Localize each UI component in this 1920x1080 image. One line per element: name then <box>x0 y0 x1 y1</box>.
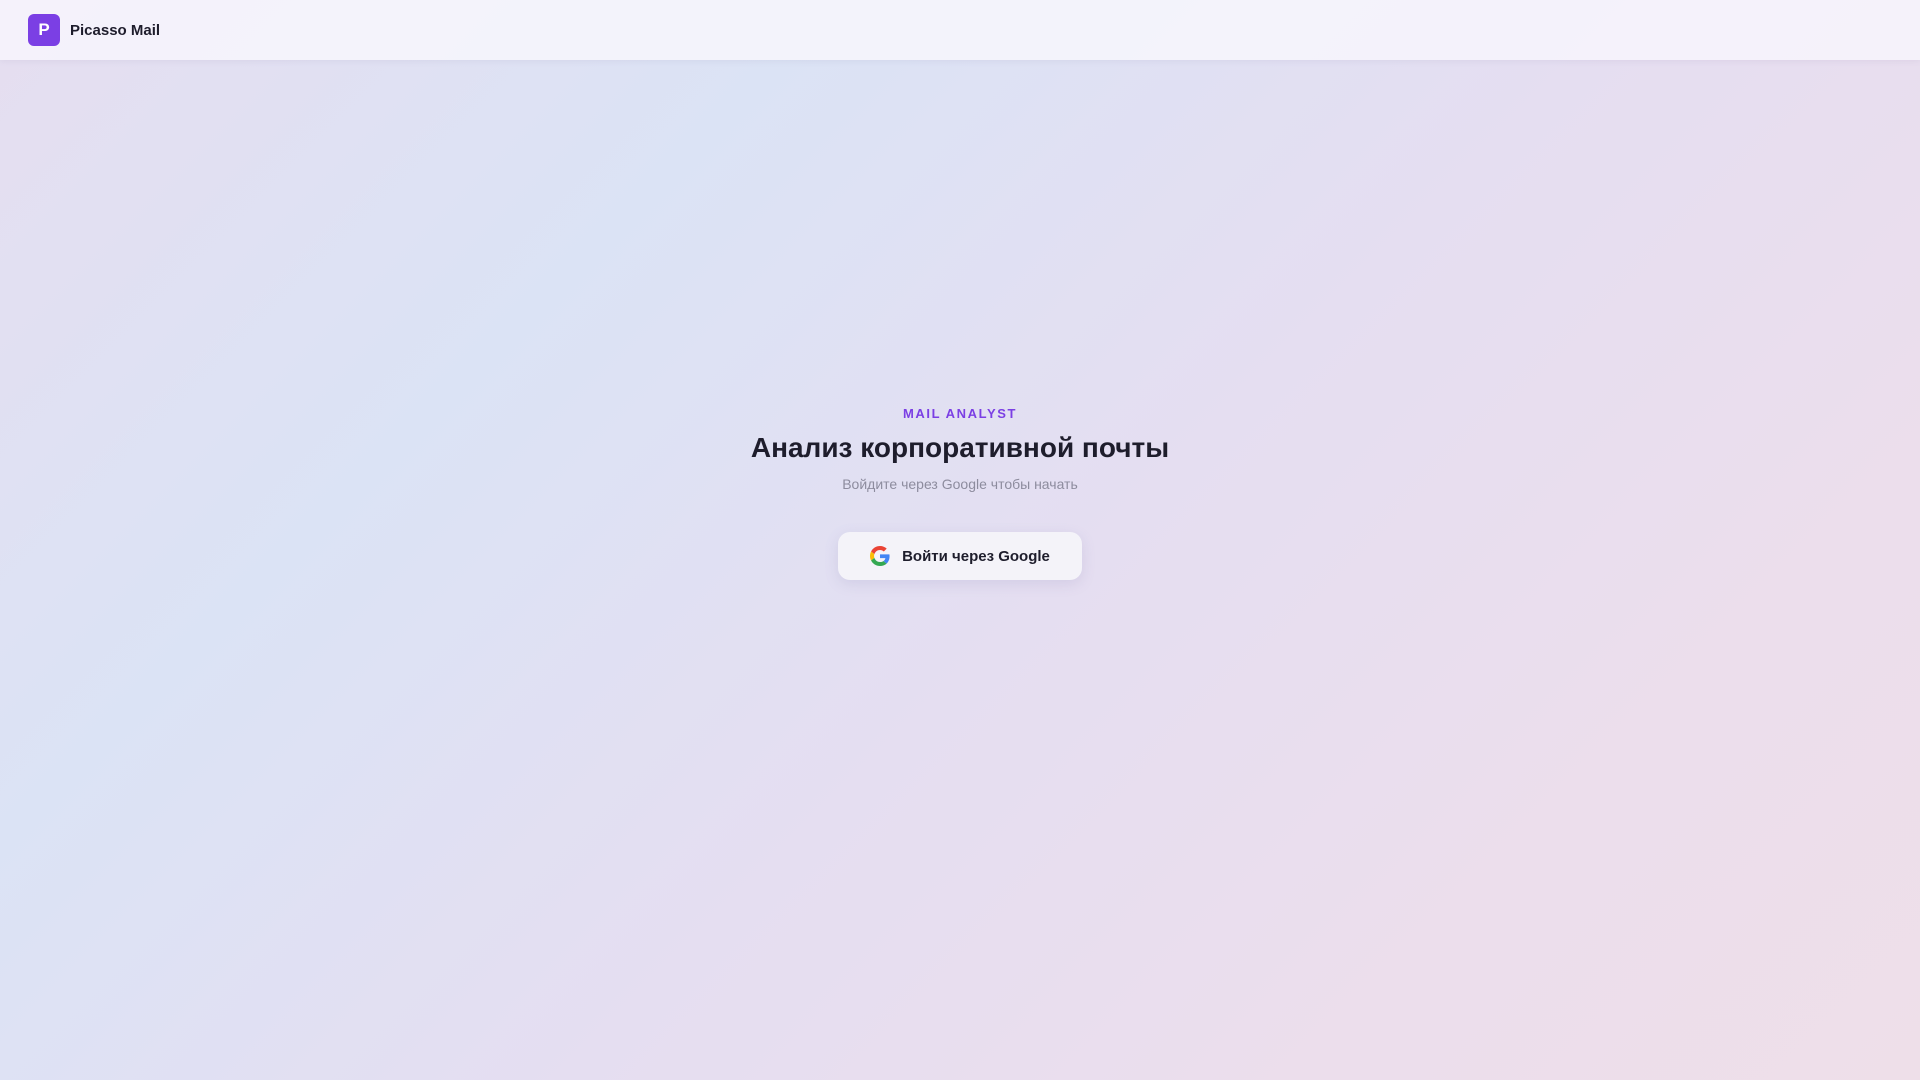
page-subtitle: Войдите через Google чтобы начать <box>842 476 1078 492</box>
google-signin-button[interactable]: Войти через Google <box>838 532 1082 580</box>
app-logo[interactable]: P <box>28 14 60 46</box>
app-name[interactable]: Picasso Mail <box>70 22 160 39</box>
page-title: Анализ корпоративной почты <box>750 432 1170 463</box>
app-logo-letter: P <box>38 20 50 39</box>
google-signin-label: Войти через Google <box>902 547 1050 565</box>
google-logo-icon <box>870 546 890 566</box>
product-eyebrow: MAIL ANALYST <box>902 406 1018 421</box>
top-bar: P Picasso Mail <box>0 0 1920 60</box>
login-hero: MAIL ANALYST Анализ корпоративной почты … <box>0 400 1920 580</box>
